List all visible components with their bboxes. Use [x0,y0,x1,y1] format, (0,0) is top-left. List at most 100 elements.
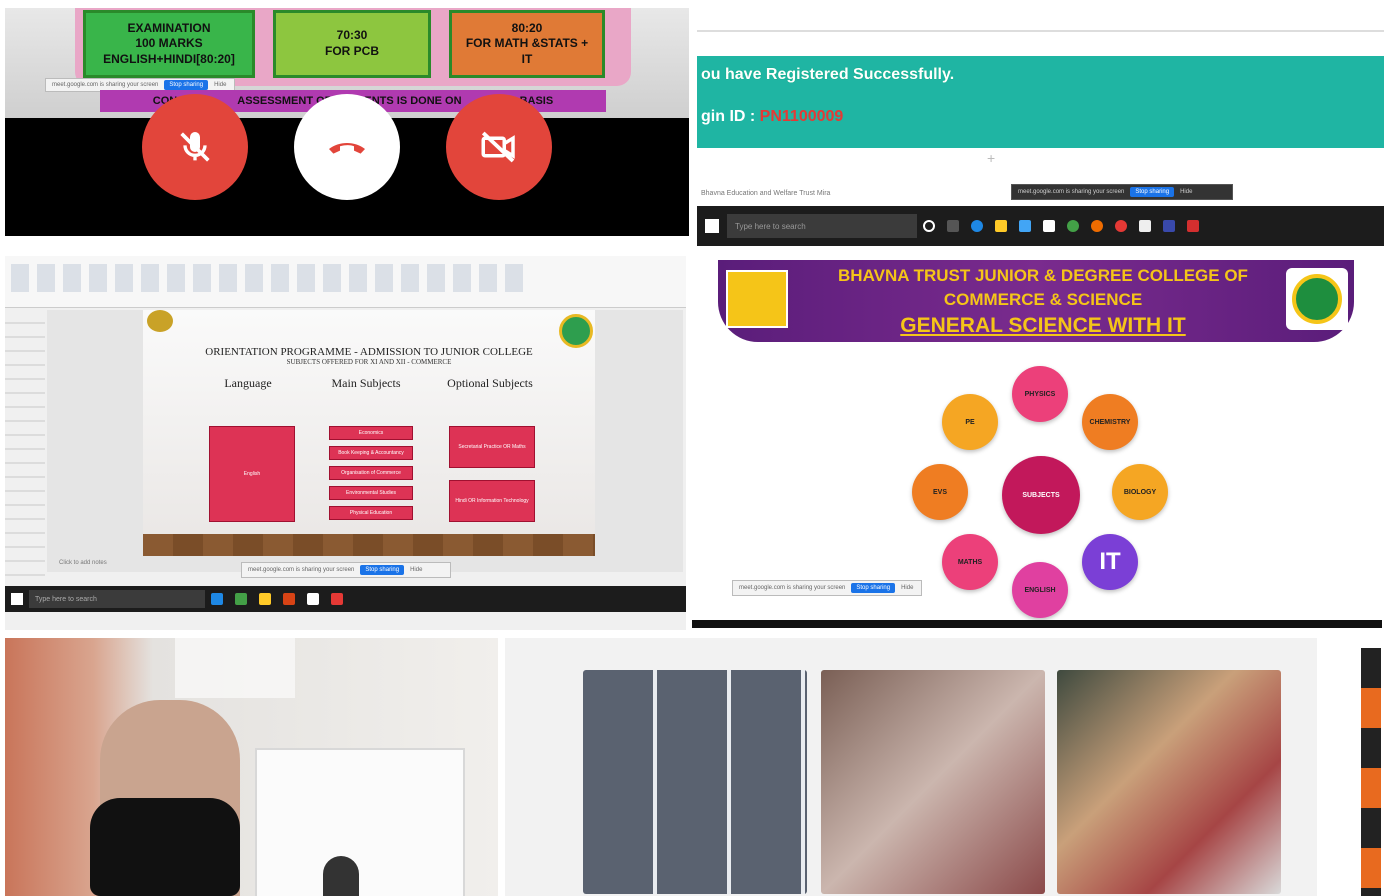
banner-line1: BHAVNA TRUST JUNIOR & DEGREE COLLEGE OF [838,266,1248,285]
wooden-floor [143,534,595,556]
slide-thumbnails[interactable] [5,310,45,580]
share-notification-bar: meet.google.com is sharing your screen S… [1011,184,1233,200]
slide-subtitle: SUBJECTS OFFERED FOR XI AND XII - COMMER… [286,358,452,366]
photo-collage-panel [505,638,1383,896]
taskbar-search[interactable]: Type here to search [29,590,205,608]
subject-box: Hindi OR Information Technology [449,480,535,522]
college-banner: BHAVNA TRUST JUNIOR & DEGREE COLLEGE OF … [718,260,1354,342]
column-heading: Main Subjects [331,376,401,390]
windows-start-icon[interactable] [705,219,719,233]
subject-box: Economics [329,426,413,440]
subject-box: Secretarial Practice OR Maths [449,426,535,468]
slide-canvas: ORIENTATION PROGRAMME - ADMISSION TO JUN… [47,310,683,572]
exam-box-english: EXAMINATION 100 MARKS ENGLISH+HINDI[80:2… [83,10,255,78]
subject-circle: MATHS [942,534,998,590]
box-text: IT [521,51,533,66]
notes-placeholder[interactable]: Click to add notes [59,560,107,566]
task-view-icon[interactable] [947,220,959,232]
college-logo [726,270,788,328]
photo-tile [1057,670,1281,894]
share-notification-bar: meet.google.com is sharing your screen S… [241,562,451,578]
subject-box: Physical Education [329,506,413,520]
exam-box-math: 80:20 FOR MATH &STATS + IT [449,10,605,78]
success-banner: ou have Registered Successfully. gin ID … [697,56,1384,148]
windows-taskbar: Type here to search [697,206,1384,246]
background-person [323,856,359,896]
whiteboard [255,748,465,896]
firefox-icon[interactable] [1091,220,1103,232]
stop-sharing-button[interactable]: Stop sharing [1130,187,1175,197]
login-line: gin ID : PN1100009 [701,108,843,126]
hide-button[interactable]: Hide [214,82,226,88]
exam-box-pcb: 70:30 FOR PCB [273,10,431,78]
subject-circle: PE [942,394,998,450]
powerpoint-panel: ORIENTATION PROGRAMME - ADMISSION TO JUN… [5,256,686,630]
ceiling-light [175,638,295,698]
participant-video-panel [5,638,498,896]
camera-off-icon [481,131,515,163]
stop-sharing-button[interactable]: Stop sharing [164,80,209,90]
subject-circle: EVS [912,464,968,520]
hide-button[interactable]: Hide [1180,189,1192,195]
plus-icon: + [987,150,996,166]
file-explorer-icon[interactable] [259,593,271,605]
hide-button[interactable]: Hide [901,585,913,591]
success-message: ou have Registered Successfully. [701,66,955,83]
chrome-icon[interactable] [1067,220,1079,232]
subject-box: Book Keeping & Accountancy [329,446,413,460]
box-text: 70:30 [336,28,368,43]
app-icon[interactable] [307,593,319,605]
box-text: EXAMINATION [127,20,211,35]
share-text: meet.google.com is sharing your screen [739,585,846,591]
app-icon[interactable] [1163,220,1175,232]
photo-tile [583,670,807,894]
taskbar-search[interactable]: Type here to search [727,214,917,238]
subject-circle: IT [1082,534,1138,590]
windows-taskbar: Type here to search [5,586,686,612]
column-heading: Optional Subjects [447,376,533,390]
edge-icon[interactable] [971,220,983,232]
app-icon[interactable] [211,593,223,605]
subject-circle: CHEMISTRY [1082,394,1138,450]
app-icon[interactable] [1187,220,1199,232]
box-text: 100 MARKS [135,36,203,51]
app-icon[interactable] [235,593,247,605]
opera-icon[interactable] [1115,220,1127,232]
registration-panel: ou have Registered Successfully. gin ID … [697,8,1384,248]
mail-icon[interactable] [1043,220,1055,232]
subject-circle: BIOLOGY [1112,464,1168,520]
subject-circle: ENGLISH [1012,562,1068,618]
bottom-bar [692,620,1382,628]
store-icon[interactable] [1019,220,1031,232]
video-call-panel: EXAMINATION 100 MARKS ENGLISH+HINDI[80:2… [5,8,689,236]
end-call-button[interactable] [294,94,400,200]
camera-off-button[interactable] [446,94,552,200]
subject-box: English [209,426,295,522]
powerpoint-icon[interactable] [283,593,295,605]
notepad-icon[interactable] [1139,220,1151,232]
photo-tile [821,670,1045,894]
mic-off-button[interactable] [142,94,248,200]
app-icon[interactable] [331,593,343,605]
box-text: FOR MATH &STATS + [465,36,589,51]
stop-sharing-button[interactable]: Stop sharing [851,583,896,593]
share-notification-bar: meet.google.com is sharing your screen S… [732,580,922,596]
general-science-panel: BHAVNA TRUST JUNIOR & DEGREE COLLEGE OF … [692,256,1382,628]
ribbon-tools[interactable] [11,264,531,292]
box-text: ENGLISH+HINDI[80:20] [103,51,235,66]
college-logo [559,314,593,348]
subjects-center-circle: SUBJECTS [1002,456,1080,534]
subject-box: Environmental Studies [329,486,413,500]
stop-sharing-button[interactable]: Stop sharing [360,565,405,575]
file-explorer-icon[interactable] [995,220,1007,232]
hide-button[interactable]: Hide [410,567,422,573]
cortana-icon[interactable] [923,220,935,232]
banner-line2: COMMERCE & SCIENCE [943,290,1143,309]
divider [697,30,1384,32]
college-logo [147,310,173,332]
share-text: meet.google.com is sharing your screen [1018,189,1125,195]
windows-start-icon[interactable] [11,593,23,605]
box-text: 80:20 [511,20,543,35]
login-label: gin ID : [701,108,756,125]
box-text: FOR PCB [325,44,379,58]
